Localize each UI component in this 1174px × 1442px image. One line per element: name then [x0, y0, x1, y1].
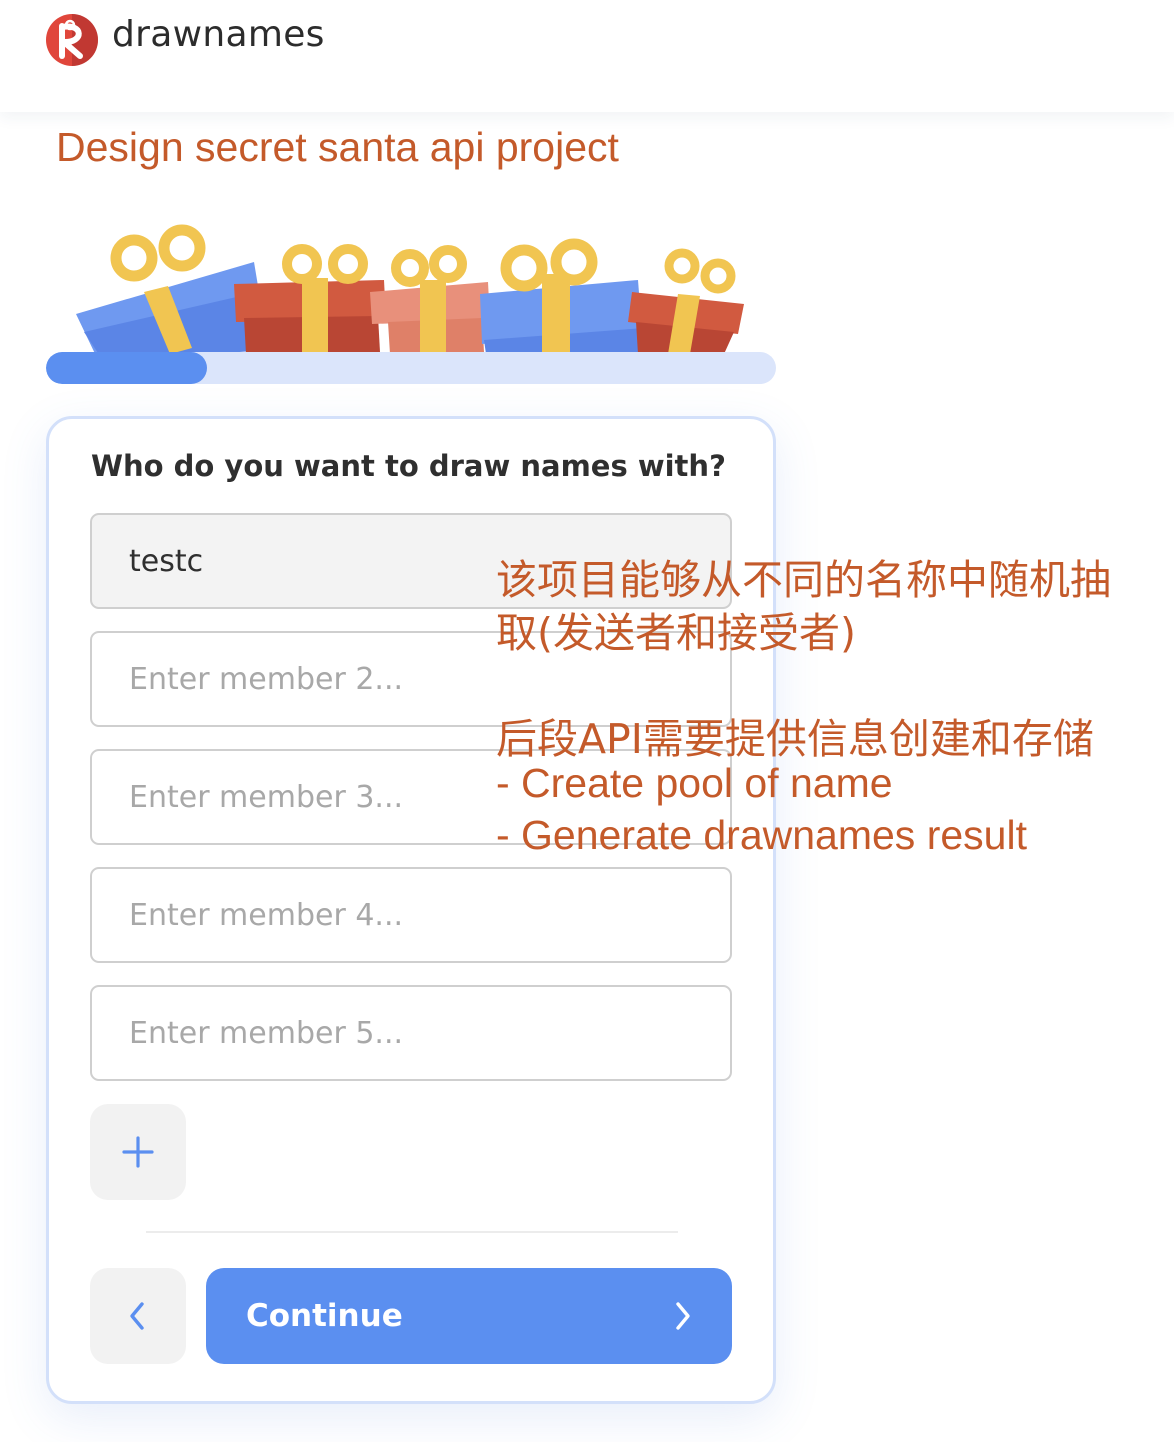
drawnames-logo-icon[interactable]	[44, 12, 100, 68]
chevron-left-icon	[130, 1302, 144, 1330]
continue-button[interactable]: Continue	[206, 1268, 732, 1364]
annotation-line-2: 取(发送者和接受者)	[496, 609, 856, 657]
brand-name[interactable]: drawnames	[112, 14, 325, 55]
top-bar: drawnames	[0, 0, 1174, 112]
divider	[146, 1231, 678, 1233]
annotation-line-3: 后段API需要提供信息创建和存储	[496, 715, 1094, 763]
chevron-right-icon	[676, 1302, 690, 1330]
annotation-line-5: - Generate drawnames result	[496, 812, 1027, 858]
member-input-5[interactable]	[90, 985, 732, 1081]
annotation-line-1: 该项目能够从不同的名称中随机抽	[496, 556, 1111, 604]
progress-bar	[46, 352, 776, 384]
back-button[interactable]	[90, 1268, 186, 1364]
project-title: Design secret santa api project	[56, 124, 619, 170]
pink-gift	[370, 245, 490, 354]
red-gift-right	[628, 248, 744, 354]
plus-icon	[122, 1136, 154, 1168]
blue-gift-middle	[480, 238, 648, 354]
continue-label: Continue	[246, 1298, 403, 1334]
red-gift-left	[234, 244, 386, 354]
add-member-button[interactable]	[90, 1104, 186, 1200]
member-input-4[interactable]	[90, 867, 732, 963]
progress-bar-fill	[46, 352, 207, 384]
question-heading: Who do you want to draw names with?	[91, 449, 726, 483]
annotation-line-4: - Create pool of name	[496, 760, 893, 806]
